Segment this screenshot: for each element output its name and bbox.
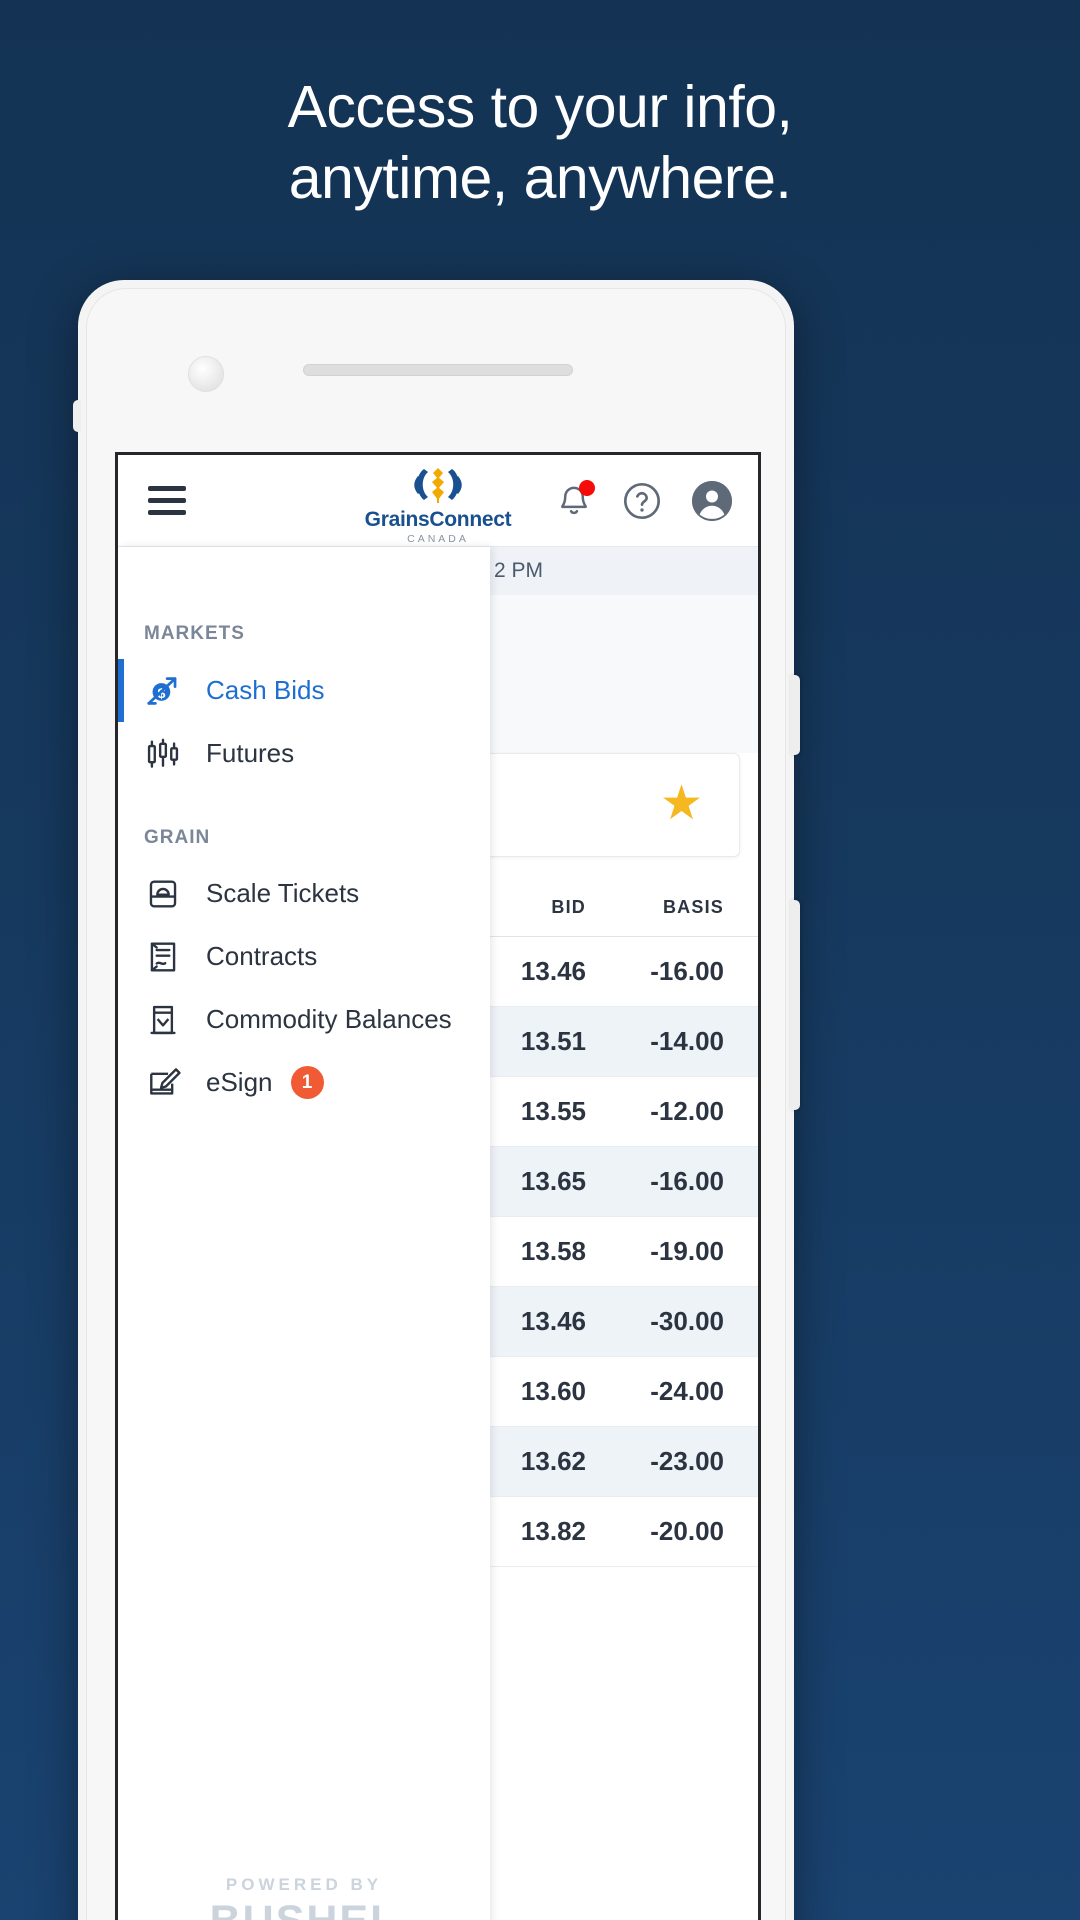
bids-timestamp: 2 PM — [494, 559, 544, 582]
cell-bid: 13.60 — [490, 1356, 624, 1427]
app-header-actions — [556, 479, 732, 521]
table-row[interactable]: 13.65 -16.00 — [490, 1146, 758, 1217]
bids-timestamp-bar: 2 PM — [490, 547, 758, 595]
promo-headline: Access to your info, anytime, anywhere. — [0, 72, 1080, 214]
navigation-drawer: MARKETS $ Cash Bids Futures GRAIN Scale … — [118, 547, 490, 1920]
cell-bid: 13.51 — [490, 1006, 624, 1077]
table-row[interactable]: 13.51 -14.00 — [490, 1006, 758, 1077]
app-content: 2 PM ★ BID BASIS 13.46 -16.00 13.51 -14.00 1… — [118, 547, 758, 1920]
sidebar-item-label: Commodity Balances — [206, 1004, 452, 1034]
table-row[interactable]: 13.55 -12.00 — [490, 1076, 758, 1147]
cell-basis: -30.00 — [624, 1286, 758, 1357]
cell-bid: 13.58 — [490, 1216, 624, 1287]
scale-icon — [144, 875, 186, 913]
app-header: GrainsConnect CANADA — [118, 455, 758, 547]
app-screen: GrainsConnect CANADA 2 PM ★ BID BASIS 13… — [115, 452, 761, 1920]
sidebar-item-cash-bids[interactable]: $ Cash Bids — [118, 659, 490, 722]
sidebar-item-label: Scale Tickets — [206, 878, 360, 908]
bid-location-card[interactable]: ★ — [490, 753, 740, 857]
cell-basis: -12.00 — [624, 1076, 758, 1147]
bushel-brand-label: BUSHEL — [118, 1897, 490, 1920]
help-button[interactable] — [622, 481, 662, 521]
promo-headline-line1: Access to your info, — [287, 74, 793, 140]
brand-name: GrainsConnect — [364, 508, 512, 531]
silo-icon — [144, 1001, 186, 1039]
grainsconnect-mark-icon — [411, 461, 465, 508]
cell-basis: -16.00 — [624, 936, 758, 1007]
brand-subtitle: CANADA — [407, 533, 469, 545]
bids-filter-area — [490, 595, 758, 753]
candlestick-icon — [144, 735, 186, 773]
sidebar-item-contracts[interactable]: Contracts — [118, 925, 490, 988]
star-icon[interactable]: ★ — [660, 780, 703, 828]
cell-basis: -16.00 — [624, 1146, 758, 1217]
phone-power-button[interactable] — [790, 675, 800, 755]
cash-bids-table: BID BASIS 13.46 -16.00 13.51 -14.00 13.55 -12… — [490, 857, 758, 1567]
sidebar-item-esign[interactable]: eSign 1 — [118, 1051, 490, 1114]
sidebar-item-label: Futures — [206, 738, 295, 768]
sidebar-item-label: Cash Bids — [206, 675, 325, 705]
table-row[interactable]: 13.82 -20.00 — [490, 1496, 758, 1567]
cell-basis: -19.00 — [624, 1216, 758, 1287]
powered-by-bushel-logo: POWERED BY BUSHEL — [118, 1875, 490, 1920]
cell-bid: 13.46 — [490, 1286, 624, 1357]
cell-bid: 13.82 — [490, 1496, 624, 1567]
cell-basis: -23.00 — [624, 1426, 758, 1497]
cell-basis: -20.00 — [624, 1496, 758, 1567]
notification-dot-badge — [579, 479, 595, 496]
table-row[interactable]: 13.46 -16.00 — [490, 936, 758, 1007]
sidebar-item-commodity-balances[interactable]: Commodity Balances — [118, 988, 490, 1051]
cell-bid: 13.55 — [490, 1076, 624, 1147]
promo-headline-line2: anytime, anywhere. — [288, 144, 792, 211]
status-badge: 1 — [290, 1066, 324, 1099]
table-row[interactable]: 13.60 -24.00 — [490, 1356, 758, 1427]
front-camera-icon — [188, 356, 224, 392]
hamburger-icon[interactable] — [148, 486, 186, 515]
sidebar-item-scale-tickets[interactable]: Scale Tickets — [118, 862, 490, 925]
user-avatar-icon — [692, 480, 732, 521]
cash-bids-panel: 2 PM ★ BID BASIS 13.46 -16.00 13.51 -14.00 1… — [490, 547, 758, 1920]
cash-bids-table-body: 13.46 -16.00 13.51 -14.00 13.55 -12.00 13.65 -1… — [490, 936, 758, 1567]
cell-bid: 13.62 — [490, 1426, 624, 1497]
earpiece-speaker — [303, 364, 573, 376]
table-row[interactable]: 13.58 -19.00 — [490, 1216, 758, 1287]
question-mark-circle-icon — [624, 482, 660, 519]
table-row[interactable]: 13.62 -23.00 — [490, 1426, 758, 1497]
cell-basis: -24.00 — [624, 1356, 758, 1427]
sidebar-item-label: eSign — [206, 1067, 273, 1097]
brand-logo: GrainsConnect CANADA — [308, 461, 568, 545]
sign-edit-icon — [144, 1064, 186, 1102]
notifications-button[interactable] — [556, 479, 595, 520]
phone-volume-rocker[interactable] — [790, 900, 800, 1110]
wheat-globe-icon — [414, 468, 462, 503]
powered-by-label: POWERED BY — [225, 1875, 383, 1894]
contract-icon — [144, 938, 186, 976]
table-header-row: BID BASIS — [490, 857, 758, 937]
sidebar-item-label: Contracts — [206, 941, 318, 971]
profile-button[interactable] — [692, 480, 732, 521]
column-header-basis: BASIS — [624, 857, 758, 937]
table-row[interactable]: 13.46 -30.00 — [490, 1286, 758, 1357]
section-label-grain: GRAIN — [144, 827, 211, 848]
sidebar-item-futures[interactable]: Futures — [118, 722, 490, 785]
cell-bid: 13.46 — [490, 936, 624, 1007]
cell-basis: -14.00 — [624, 1006, 758, 1077]
column-header-bid: BID — [490, 857, 624, 937]
dollar-trend-icon: $ — [144, 672, 186, 710]
phone-volume-button[interactable] — [73, 400, 81, 432]
phone-mockup: GrainsConnect CANADA 2 PM ★ BID BASIS 13… — [73, 280, 800, 1920]
section-label-markets: MARKETS — [144, 623, 245, 644]
cell-bid: 13.65 — [490, 1146, 624, 1217]
